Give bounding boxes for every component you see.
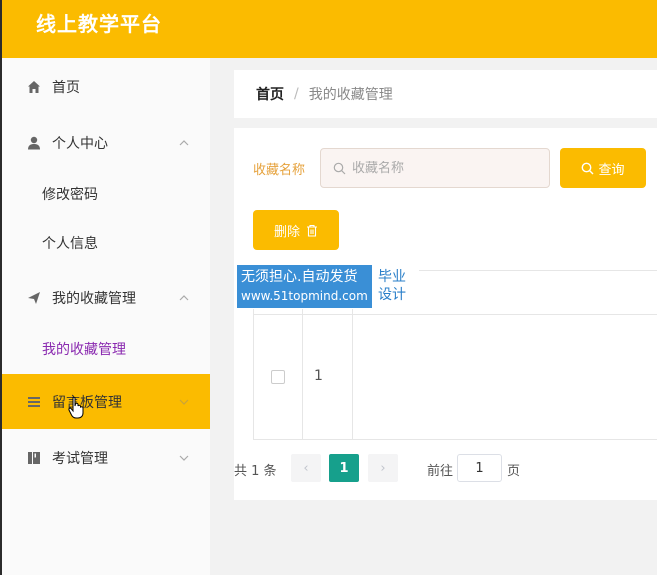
hand-cursor-icon <box>68 396 84 419</box>
sidebar-item-label: 我的收藏管理 <box>52 291 136 307</box>
sidebar: 首页 个人中心 修改密码 个人信息 我的收藏管理 我的收藏管理 留言板管理 考试… <box>2 58 210 575</box>
search-label: 收藏名称 <box>253 163 306 178</box>
search-field[interactable] <box>320 148 550 188</box>
breadcrumb-home[interactable]: 首页 <box>256 84 284 104</box>
top-header: 线上教学平台 <box>2 0 657 58</box>
watermark-line2: www.51topmind.com <box>241 289 368 303</box>
chevron-up-icon <box>179 295 189 301</box>
watermark-side1: 毕业 <box>378 269 406 285</box>
sidebar-item-exam[interactable]: 考试管理 <box>2 432 210 484</box>
chevron-down-icon <box>179 455 189 461</box>
sidebar-item-message-board[interactable]: 留言板管理 <box>2 374 210 429</box>
pagination: 共 1 条 ‹ 1 › 前往 页 <box>234 454 654 484</box>
home-icon <box>26 79 42 95</box>
search-icon <box>582 162 594 174</box>
breadcrumb-separator: / <box>294 86 299 102</box>
send-icon <box>26 290 42 306</box>
next-page-button[interactable]: › <box>368 454 398 482</box>
book-icon <box>26 450 42 466</box>
watermark-right: 毕业 设计 <box>372 265 418 308</box>
search-input[interactable] <box>352 160 532 176</box>
sidebar-item-personal-center[interactable]: 个人中心 <box>2 117 210 169</box>
table-header-divider <box>254 314 657 315</box>
breadcrumb-current: 我的收藏管理 <box>308 87 393 103</box>
sidebar-item-label: 留言板管理 <box>52 394 122 411</box>
breadcrumb: 首页 / 我的收藏管理 <box>234 70 657 118</box>
delete-button[interactable]: 删除 <box>253 210 339 250</box>
watermark-left: 无须担心.自动发货 www.51topmind.com <box>237 265 372 308</box>
sidebar-subitem-change-password[interactable]: 修改密码 <box>2 170 210 218</box>
search-icon <box>333 162 346 174</box>
chevron-up-icon <box>179 140 189 146</box>
watermark-banner: 无须担心.自动发货 www.51topmind.com 毕业 设计 <box>236 264 419 309</box>
sidebar-item-home[interactable]: 首页 <box>2 61 210 113</box>
prev-page-button[interactable]: ‹ <box>291 454 321 482</box>
row-index: 1 <box>314 368 323 384</box>
query-button-label: 查询 <box>598 162 625 178</box>
menu-icon <box>26 394 42 410</box>
sidebar-item-label: 首页 <box>52 80 80 96</box>
sidebar-subitem-my-favorites[interactable]: 我的收藏管理 <box>2 325 210 373</box>
watermark-side2: 设计 <box>378 287 406 303</box>
goto-label: 前往 <box>427 464 454 479</box>
chevron-down-icon <box>179 399 189 405</box>
page-number-current[interactable]: 1 <box>329 454 359 482</box>
app-title: 线上教学平台 <box>36 12 162 36</box>
main-content: 首页 / 我的收藏管理 收藏名称 查询 删除 1 共 1 条 ‹ <box>210 58 657 575</box>
delete-button-label: 删除 <box>273 224 300 240</box>
page-unit-label: 页 <box>507 464 521 479</box>
sidebar-item-label: 个人中心 <box>52 136 108 152</box>
watermark-line1: 无须担心.自动发货 <box>241 269 358 285</box>
row-checkbox[interactable] <box>271 370 285 384</box>
user-icon <box>26 135 42 151</box>
content-panel: 收藏名称 查询 删除 1 <box>234 128 657 500</box>
goto-page-input[interactable] <box>457 454 502 482</box>
sidebar-item-my-favorites[interactable]: 我的收藏管理 <box>2 272 210 324</box>
pagination-total: 共 1 条 <box>234 464 277 479</box>
trash-icon <box>307 224 317 237</box>
sidebar-subitem-personal-info[interactable]: 个人信息 <box>2 219 210 267</box>
sidebar-item-label: 考试管理 <box>52 451 108 467</box>
query-button[interactable]: 查询 <box>560 148 646 188</box>
